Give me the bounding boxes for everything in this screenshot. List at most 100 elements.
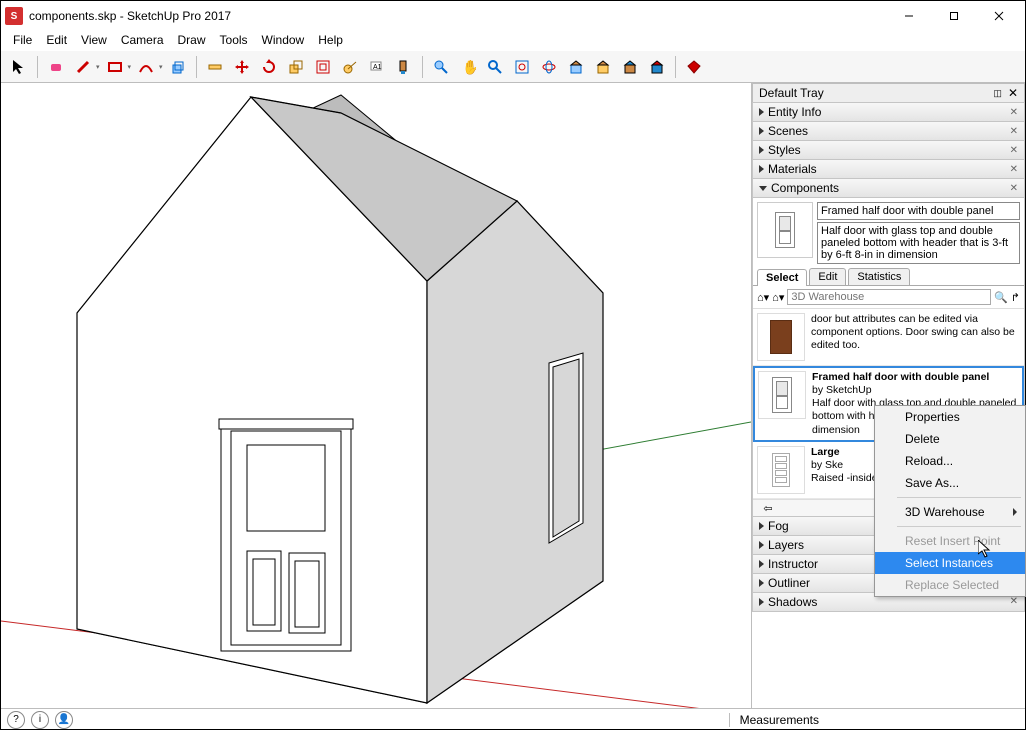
nav-back-icon[interactable]: ⇦ — [759, 502, 777, 515]
panel-close-icon[interactable]: ✕ — [1010, 596, 1018, 607]
panel-label: Fog — [768, 519, 789, 533]
move-icon[interactable] — [230, 55, 254, 79]
app-icon: S — [5, 7, 23, 25]
tab-select[interactable]: Select — [757, 269, 807, 286]
panel-close-icon[interactable]: ✕ — [1010, 164, 1018, 175]
ctx-3d-warehouse[interactable]: 3D Warehouse — [875, 501, 1025, 523]
svg-text:✋: ✋ — [462, 59, 476, 75]
component-name-input[interactable] — [817, 202, 1020, 220]
look-icon[interactable] — [591, 55, 615, 79]
home-icon[interactable]: ⌂▾ — [772, 291, 784, 304]
tape-measure-icon[interactable] — [203, 55, 227, 79]
help-icon[interactable]: ? — [7, 711, 25, 729]
panel-label: Outliner — [768, 576, 810, 590]
maximize-button[interactable] — [931, 1, 976, 31]
menu-window[interactable]: Window — [256, 31, 311, 51]
warehouse-search-input[interactable] — [787, 289, 991, 305]
tray-header[interactable]: Default Tray ◫ ✕ — [752, 83, 1025, 103]
ctx-select-instances[interactable]: Select Instances — [875, 552, 1025, 574]
panel-close-icon[interactable]: ✕ — [1010, 183, 1018, 194]
status-bar: ? i 👤 Measurements — [1, 708, 1025, 730]
warehouse-icon[interactable] — [645, 55, 669, 79]
panel-label: Scenes — [768, 124, 808, 138]
viewport-3d[interactable] — [1, 83, 752, 708]
toolbar: ▾▾▾A1✋ — [1, 51, 1025, 83]
close-button[interactable] — [976, 1, 1021, 31]
orbit-icon[interactable] — [537, 55, 561, 79]
minimize-button[interactable] — [886, 1, 931, 31]
tab-edit[interactable]: Edit — [809, 268, 846, 285]
menu-edit[interactable]: Edit — [40, 31, 73, 51]
panel-close-icon[interactable]: ✕ — [1010, 126, 1018, 137]
panel-label: Materials — [768, 162, 817, 176]
select-icon[interactable] — [7, 55, 31, 79]
panel-label: Styles — [768, 143, 801, 157]
panel-label: Layers — [768, 538, 804, 552]
paint-icon[interactable] — [392, 55, 416, 79]
panel-materials[interactable]: Materials ✕ — [752, 159, 1025, 179]
tape-icon[interactable] — [338, 55, 362, 79]
ruby-icon[interactable] — [682, 55, 706, 79]
section-icon[interactable] — [618, 55, 642, 79]
main-area: Default Tray ◫ ✕ Entity Info✕Scenes✕Styl… — [1, 83, 1025, 708]
menu-camera[interactable]: Camera — [115, 31, 170, 51]
panel-entity-info[interactable]: Entity Info✕ — [752, 102, 1025, 122]
tray-title: Default Tray — [759, 86, 824, 100]
zoom-window-icon[interactable] — [510, 55, 534, 79]
rotate-icon[interactable] — [257, 55, 281, 79]
menu-help[interactable]: Help — [312, 31, 349, 51]
component-tabs: SelectEditStatistics — [753, 268, 1024, 286]
ctx-reload-[interactable]: Reload... — [875, 450, 1025, 472]
menubar: FileEditViewCameraDrawToolsWindowHelp — [1, 31, 1025, 51]
panel-close-icon[interactable]: ✕ — [1010, 145, 1018, 156]
component-item-thumb — [757, 313, 805, 361]
ctx-save-as-[interactable]: Save As... — [875, 472, 1025, 494]
panel-close-icon[interactable]: ✕ — [1010, 107, 1018, 118]
component-thumb — [757, 202, 813, 258]
component-item-thumb — [758, 371, 806, 419]
panel-components[interactable]: Components ✕ — [752, 178, 1025, 198]
panel-label: Instructor — [768, 557, 818, 571]
ctx-reset-insert-point: Reset Insert Point — [875, 530, 1025, 552]
menu-file[interactable]: File — [7, 31, 38, 51]
eraser-icon[interactable] — [44, 55, 68, 79]
scale-icon[interactable] — [284, 55, 308, 79]
context-menu: PropertiesDeleteReload...Save As... 3D Wa… — [874, 405, 1026, 597]
panel-label: Shadows — [768, 595, 817, 609]
push-pull-icon[interactable] — [166, 55, 190, 79]
tray-close-icon[interactable]: ✕ — [1008, 86, 1018, 100]
menu-draw[interactable]: Draw — [172, 31, 212, 51]
component-description-input[interactable]: Half door with glass top and double pane… — [817, 222, 1020, 264]
arc-icon[interactable] — [134, 55, 158, 79]
panel-scenes[interactable]: Scenes ✕ — [752, 121, 1025, 141]
zoom-extents-icon[interactable] — [429, 55, 453, 79]
pin-icon[interactable]: ◫ — [993, 88, 1002, 99]
pencil-icon[interactable] — [71, 55, 95, 79]
titlebar: S components.skp - SketchUp Pro 2017 — [1, 1, 1025, 31]
window-title: components.skp - SketchUp Pro 2017 — [29, 9, 886, 23]
search-icon[interactable]: 🔍 — [994, 291, 1008, 304]
menu-view[interactable]: View — [75, 31, 113, 51]
search-forward-icon[interactable]: ↱ — [1011, 291, 1020, 304]
zoom-icon[interactable] — [483, 55, 507, 79]
text-icon[interactable]: A1 — [365, 55, 389, 79]
model-icon[interactable]: ⌂▾ — [757, 291, 769, 304]
component-item[interactable]: door but attributes can be edited via co… — [753, 309, 1024, 366]
sidebar-tray: Default Tray ◫ ✕ Entity Info✕Scenes✕Styl… — [752, 83, 1025, 708]
svg-text:A1: A1 — [373, 64, 382, 71]
walk-icon[interactable] — [564, 55, 588, 79]
rectangle-icon[interactable] — [103, 55, 127, 79]
pan-icon[interactable]: ✋ — [456, 55, 480, 79]
panel-styles[interactable]: Styles ✕ — [752, 140, 1025, 160]
ctx-properties[interactable]: Properties — [875, 406, 1025, 428]
user-icon[interactable]: 👤 — [55, 711, 73, 729]
ctx-replace-selected: Replace Selected — [875, 574, 1025, 596]
menu-tools[interactable]: Tools — [214, 31, 254, 51]
info-icon[interactable]: i — [31, 711, 49, 729]
panel-label: Components — [771, 181, 839, 195]
offset-icon[interactable] — [311, 55, 335, 79]
measurements-label: Measurements — [729, 713, 1019, 727]
ctx-delete[interactable]: Delete — [875, 428, 1025, 450]
tab-statistics[interactable]: Statistics — [848, 268, 910, 285]
component-item-info: door but attributes can be edited via co… — [811, 313, 1020, 361]
